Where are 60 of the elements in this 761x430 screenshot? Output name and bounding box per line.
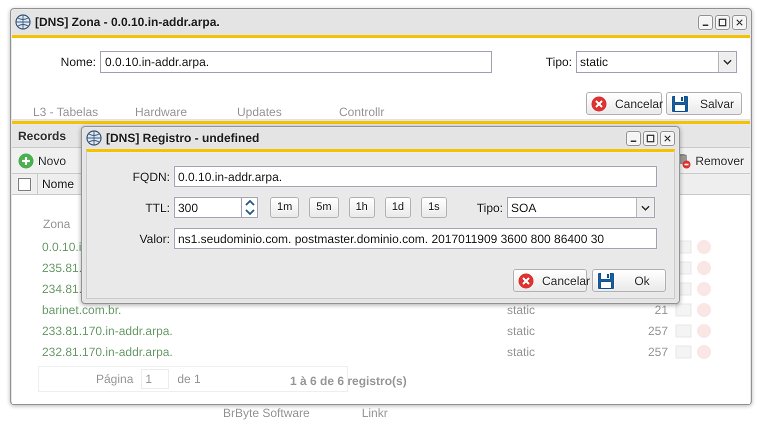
table-cell-text: 235.81. [42, 260, 82, 276]
field-label: Tipo: [544, 54, 573, 71]
ttl-preset-button[interactable]: 1d [384, 197, 412, 218]
maximize-icon[interactable] [643, 130, 658, 146]
column-header[interactable]: Nome [38, 174, 78, 194]
table-cell-text: 257 [648, 322, 669, 340]
dropdown-caret-icon[interactable] [718, 52, 736, 72]
table-cell-text: 232.81.170.in-addr.arpa. [42, 344, 173, 360]
pagination-label: de 1 [177, 371, 201, 388]
table-cell-text: 234.81. [42, 280, 82, 298]
save-button[interactable]: Ok [592, 269, 666, 292]
fqdn-input-field[interactable]: 0.0.10.in-addr.arpa. [174, 166, 657, 187]
spinner-arrows-icon[interactable] [242, 197, 258, 218]
ttl-preset-button[interactable]: 5m [309, 197, 339, 218]
desktop-icon-label: Updates [237, 104, 283, 121]
ttl-preset-button[interactable]: 1s [421, 197, 447, 218]
cancel-button[interactable]: Cancelar [586, 92, 662, 115]
ttl-preset-button[interactable]: 1h [348, 197, 375, 218]
ttl-preset-button[interactable]: 1m [270, 197, 300, 218]
pagination-summary: 1 à 6 de 6 registro(s) [290, 373, 407, 390]
table-cell-text: static [507, 302, 536, 318]
desktop-icon-label: Hardware [135, 104, 188, 121]
value-input-field[interactable]: ns1.seudominio.com. postmaster.dominio.com. 2017011909 3600 800 86400 30 [174, 228, 657, 249]
column-header: Zona [43, 216, 70, 233]
page-input-field: 1 [141, 369, 170, 389]
toolbar-button[interactable]: Novo [16, 152, 68, 170]
name-input-field[interactable]: 0.0.10.in-addr.arpa. [100, 51, 492, 73]
table-cell-text: static [507, 322, 536, 340]
pagination-label: Página [96, 371, 134, 388]
field-label: Valor: [138, 230, 171, 248]
field-label: Tipo: [476, 200, 504, 216]
select-all-checkbox[interactable] [18, 178, 31, 190]
window-title: [DNS] Zona - 0.0.10.in-addr.arpa. [35, 14, 220, 31]
table-cell-text: 233.81.170.in-addr.arpa. [42, 322, 173, 340]
table-cell-text: 257 [648, 344, 669, 360]
field-label: Nome: [60, 54, 97, 71]
desktop-icon-label: L3 - Tabelas [33, 104, 100, 121]
globe-icon [86, 130, 102, 146]
desktop-icon-label: Controllr [339, 104, 386, 121]
table-cell-text: static [507, 344, 536, 360]
cancel-icon [518, 272, 534, 288]
table-cell-text: barinet.com.br. [42, 302, 122, 318]
ttl-input-field[interactable]: 300 [174, 197, 242, 218]
minimize-icon[interactable] [698, 14, 713, 30]
type-select[interactable]: static [576, 51, 737, 73]
field-label: FQDN: [132, 168, 171, 186]
field-label: TTL: [144, 200, 171, 216]
plus-icon [18, 152, 34, 168]
dropdown-caret-icon[interactable] [636, 198, 654, 217]
cancel-icon [591, 96, 607, 112]
save-button[interactable]: Salvar [666, 92, 742, 115]
type-select[interactable]: SOA [507, 197, 655, 218]
globe-icon [15, 14, 31, 30]
table-cell-text: 0.0.10.i [42, 238, 82, 256]
maximize-icon[interactable] [715, 14, 730, 30]
table-cell-text: 21 [654, 302, 669, 318]
dialog-title: [DNS] Registro - undefined [106, 130, 260, 147]
minimize-icon[interactable] [626, 130, 641, 146]
close-icon[interactable] [660, 130, 675, 146]
close-icon[interactable] [732, 14, 747, 30]
